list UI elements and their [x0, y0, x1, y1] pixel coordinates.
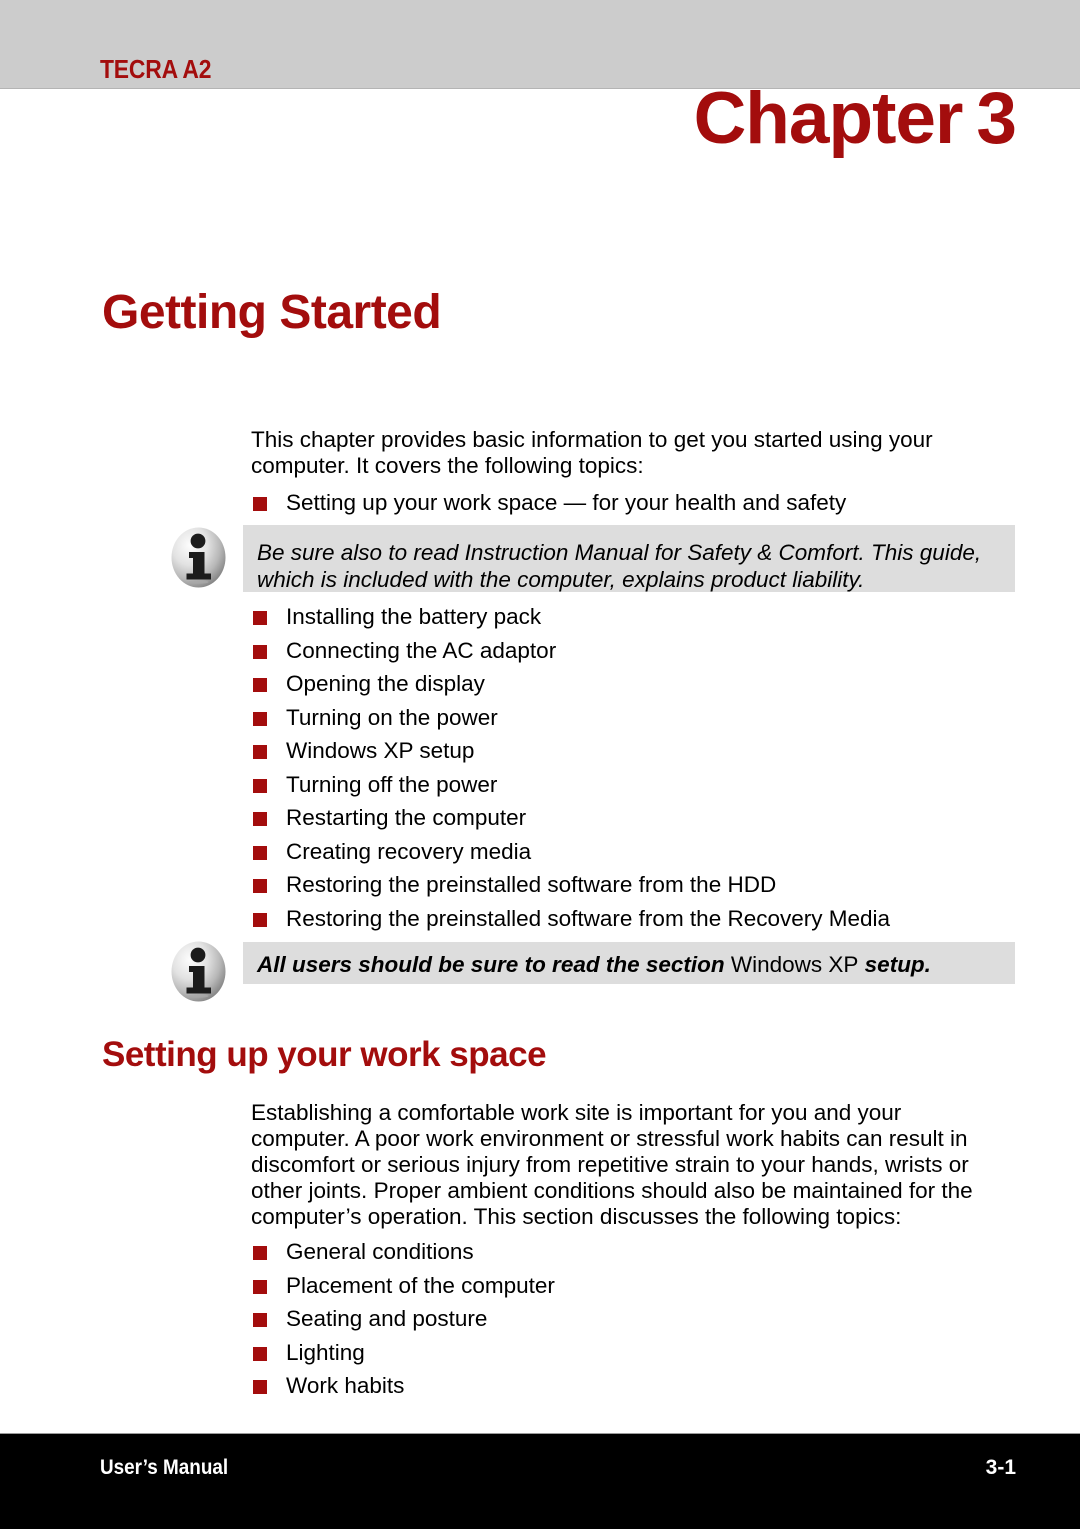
list-item-label: Placement of the computer — [286, 1272, 555, 1298]
footer-manual-label: User’s Manual — [100, 1456, 229, 1479]
chapter-title: Chapter 3 — [694, 82, 1017, 155]
list-item-label: Windows XP setup — [286, 738, 475, 763]
info-note-1: Be sure also to read Instruction Manual … — [243, 525, 1015, 592]
info-note-2-text: All users should be sure to read the sec… — [257, 951, 995, 978]
list-item-label: Restarting the computer — [286, 805, 527, 830]
list-item: Installing the battery pack — [251, 600, 1021, 634]
info-note-2: All users should be sure to read the sec… — [243, 942, 1015, 984]
list-item-label: Creating recovery media — [286, 838, 532, 864]
list-item: Restoring the preinstalled software from… — [251, 868, 1021, 902]
bullet-square-icon — [253, 1279, 267, 1294]
section-heading: Setting up your work space — [102, 1035, 547, 1074]
list-item-label: Turning on the power — [286, 704, 498, 730]
bullet-square-icon — [253, 745, 267, 759]
info-note-2-text-part1: All users should be sure to read the sec… — [257, 952, 731, 977]
list-item-label: Turning off the power — [286, 771, 498, 797]
list-item-label: Seating and posture — [286, 1306, 488, 1331]
bullet-square-icon — [253, 1313, 267, 1327]
bullet-square-icon — [253, 1346, 267, 1361]
bullet-square-icon — [253, 678, 267, 692]
bullet-square-icon — [253, 644, 267, 659]
topics-before-note-list: Setting up your work space — for your he… — [251, 486, 1021, 520]
list-item: Opening the display — [251, 667, 1021, 701]
list-item: Turning on the power — [251, 701, 1021, 735]
list-item: Windows XP setup — [251, 734, 1021, 768]
list-item: Seating and posture — [251, 1302, 1021, 1336]
list-item-label: Setting up your work space — for your he… — [286, 490, 847, 515]
list-item-label: Lighting — [286, 1339, 365, 1365]
page-footer-band — [0, 1433, 1080, 1529]
info-note-2-text-plain: Windows XP — [730, 952, 859, 977]
list-item: Turning off the power — [251, 768, 1021, 802]
list-item: Placement of the computer — [251, 1269, 1021, 1303]
topics-after-note-list: Installing the battery pack Connecting t… — [251, 600, 1021, 935]
list-item-label: Installing the battery pack — [286, 604, 542, 629]
bullet-square-icon — [253, 778, 267, 793]
section-topics-list: General conditions Placement of the comp… — [251, 1235, 1021, 1403]
list-item-label: Restoring the preinstalled software from… — [286, 872, 777, 897]
bullet-square-icon — [253, 1246, 267, 1260]
bullet-square-icon — [253, 497, 267, 511]
list-item: Restoring the preinstalled software from… — [251, 902, 1021, 936]
list-item: Work habits — [251, 1369, 1021, 1403]
info-icon — [167, 526, 230, 589]
info-note-1-text: Be sure also to read Instruction Manual … — [257, 540, 982, 592]
bullet-square-icon — [253, 812, 267, 826]
intro-paragraph: This chapter provides basic information … — [251, 427, 933, 478]
chapter-label: Chapter — [693, 78, 964, 159]
list-item-label: Opening the display — [286, 671, 485, 696]
bullet-square-icon — [253, 879, 267, 893]
bullet-square-icon — [253, 611, 267, 625]
list-item: Lighting — [251, 1336, 1021, 1370]
info-note-2-text-part2: setup. — [858, 952, 931, 977]
list-item: Creating recovery media — [251, 835, 1021, 869]
list-item-label: Work habits — [286, 1373, 405, 1398]
list-item: Connecting the AC adaptor — [251, 634, 1021, 668]
list-item-label: General conditions — [286, 1239, 474, 1264]
bullet-square-icon — [253, 1380, 267, 1394]
model-name: TECRA A2 — [100, 54, 212, 84]
page-number: 3-1 — [985, 1456, 1016, 1479]
section-paragraph: Establishing a comfortable work site is … — [251, 1100, 973, 1229]
list-item: Setting up your work space — for your he… — [251, 486, 1021, 520]
list-item: General conditions — [251, 1235, 1021, 1269]
bullet-square-icon — [253, 912, 267, 927]
info-icon — [167, 940, 230, 1003]
list-item-label: Connecting the AC adaptor — [286, 637, 557, 663]
bullet-square-icon — [253, 711, 267, 726]
chapter-number: 3 — [976, 78, 1017, 159]
page-title: Getting Started — [102, 286, 442, 339]
bullet-square-icon — [253, 845, 267, 860]
list-item: Restarting the computer — [251, 801, 1021, 835]
list-item-label: Restoring the preinstalled software from… — [286, 905, 891, 931]
